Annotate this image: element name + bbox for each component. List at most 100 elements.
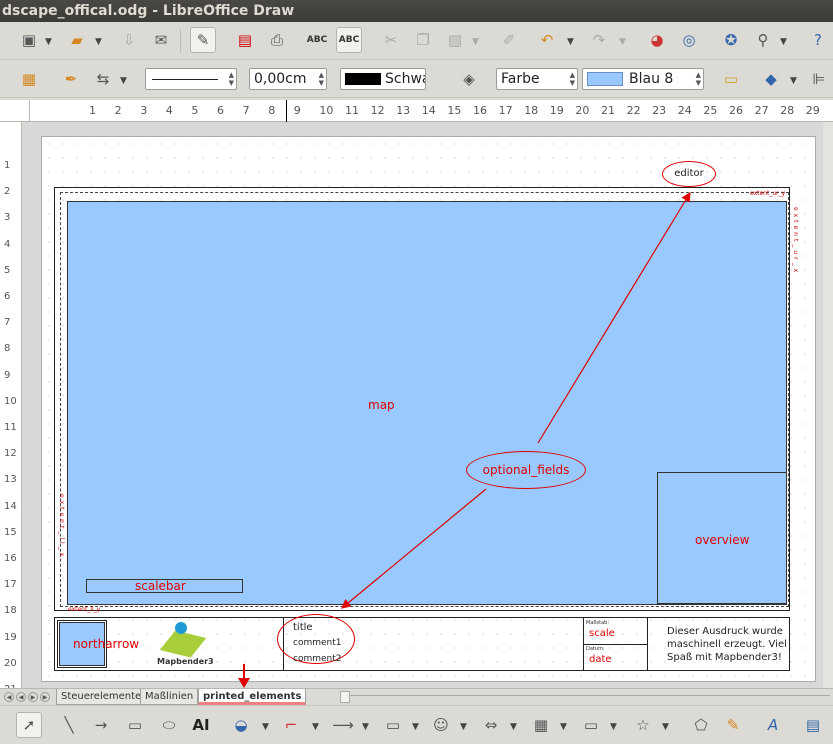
area-icon[interactable]: ◈	[456, 66, 482, 92]
tab-steuerelemente[interactable]: Steuerelemente	[56, 689, 147, 705]
stars-dropdown-icon[interactable]: ▼	[662, 722, 669, 732]
footer-divider	[583, 644, 647, 645]
hyperlink-icon[interactable]: ◎	[676, 27, 702, 53]
spellcheck-icon[interactable]: ABC	[304, 27, 330, 53]
line-width-value: 0,00cm	[254, 71, 307, 87]
connector-tool-icon[interactable]: ⌐	[278, 712, 304, 738]
shadow-icon[interactable]: ▭	[718, 66, 744, 92]
open-folder-icon[interactable]: ▰	[64, 27, 90, 53]
tab-masslinien[interactable]: Maßlinien	[140, 689, 199, 705]
symbol-shapes-icon[interactable]: ☺	[428, 712, 454, 738]
export-pdf-icon[interactable]: ▤	[232, 27, 258, 53]
vertical-ruler[interactable]: 123456789101112131415161718192021	[0, 122, 22, 695]
callouts-dropdown-icon[interactable]: ▼	[610, 722, 617, 732]
line-style-select[interactable]: ▲ ▼	[145, 68, 237, 90]
undo-dropdown-icon[interactable]: ▼	[567, 37, 574, 47]
paste-dropdown-icon[interactable]: ▼	[472, 37, 479, 47]
text-tool-icon[interactable]: AI	[188, 712, 214, 738]
open-dropdown-icon[interactable]: ▼	[95, 37, 102, 47]
arrow-style-dropdown-icon[interactable]: ▼	[120, 76, 127, 86]
annotation-arrows	[341, 191, 691, 609]
symbol-shapes-dropdown-icon[interactable]: ▼	[460, 722, 467, 732]
flowchart-icon[interactable]: ▦	[528, 712, 554, 738]
stars-icon[interactable]: ☆	[630, 712, 656, 738]
horizontal-scrollbar[interactable]	[340, 691, 350, 703]
insert-image-icon[interactable]: ▤	[800, 712, 826, 738]
paste-icon[interactable]: ▧	[442, 27, 468, 53]
select-icon[interactable]: ➚	[16, 712, 42, 738]
ellipse-tool-icon[interactable]: ⬭	[156, 712, 182, 738]
arrow-style-icon[interactable]: ⇆	[90, 66, 116, 92]
ruler-tick-label: 19	[549, 104, 564, 117]
line-icon[interactable]: ✒	[58, 66, 84, 92]
copy-icon[interactable]: ❐	[410, 27, 436, 53]
print-icon[interactable]: ⎙	[264, 27, 290, 53]
zoom-dropdown-icon[interactable]: ▼	[780, 37, 787, 47]
connector-dropdown-icon[interactable]: ▼	[312, 722, 319, 732]
lines-arrows-icon[interactable]: ⟶	[330, 712, 356, 738]
edit-file-icon[interactable]: ✎	[190, 27, 216, 53]
curve-tool-icon[interactable]: ◒	[228, 712, 254, 738]
fontwork-icon[interactable]: A	[760, 712, 786, 738]
ruler-tick-label: 7	[242, 104, 250, 117]
horizontal-scroll-track	[350, 695, 830, 696]
email-icon[interactable]: ✉	[148, 27, 174, 53]
styles-icon[interactable]: ▦	[16, 66, 42, 92]
glue-points-icon[interactable]: ✎	[720, 712, 746, 738]
curve-dropdown-icon[interactable]: ▼	[262, 722, 269, 732]
sheet-tabs-bar: ◀ ◀ ▶ ▶ Steuerelemente Maßlinien printed…	[0, 688, 833, 705]
navigator-icon[interactable]: ✪	[718, 27, 744, 53]
fill-color-select[interactable]: Blau 8 ▲ ▼	[582, 68, 704, 90]
arrow-line-tool-icon[interactable]: →	[88, 712, 114, 738]
ruler-corner[interactable]	[0, 100, 30, 122]
fill-color-swatch	[587, 72, 623, 86]
logo-diamond	[159, 630, 207, 658]
logo-text: Mapbender3	[157, 657, 214, 666]
ruler-tick-label: 6	[4, 291, 11, 302]
ruler-tick-label: 18	[4, 605, 17, 617]
rectangle-tool-icon[interactable]: ▭	[122, 712, 148, 738]
prev-sheet-icon[interactable]: ◀	[16, 692, 26, 702]
line-tool-icon[interactable]: ╲	[56, 712, 82, 738]
basic-shapes-icon[interactable]: ▭	[380, 712, 406, 738]
last-sheet-icon[interactable]: ▶	[40, 692, 50, 702]
clone-formatting-icon[interactable]: ✐	[496, 27, 522, 53]
save-icon[interactable]: ⇩	[116, 27, 142, 53]
block-arrows-icon[interactable]: ⇔	[478, 712, 504, 738]
drawing-page[interactable]: map scalebar overview extent_ur_y extent…	[41, 136, 816, 682]
line-color-select[interactable]: Schwa	[340, 68, 426, 90]
ruler-cursor-marker	[286, 100, 287, 122]
help-icon[interactable]: ?	[805, 27, 831, 53]
redo-icon[interactable]: ↷	[586, 27, 612, 53]
new-document-icon[interactable]: ▣	[16, 27, 42, 53]
footer-divider	[647, 618, 648, 670]
vertical-scrollbar[interactable]	[823, 122, 833, 688]
chart-icon[interactable]: ◕	[644, 27, 670, 53]
callouts-icon[interactable]: ▭	[578, 712, 604, 738]
block-arrows-dropdown-icon[interactable]: ▼	[510, 722, 517, 732]
tab-indicator-arrow-icon	[238, 664, 250, 688]
transformations-icon[interactable]: ◆	[758, 66, 784, 92]
first-sheet-icon[interactable]: ◀	[4, 692, 14, 702]
fill-type-select[interactable]: Farbe ▲ ▼	[496, 68, 578, 90]
points-icon[interactable]: ⬠	[688, 712, 714, 738]
next-sheet-icon[interactable]: ▶	[28, 692, 38, 702]
ruler-tick-label: 11	[345, 104, 359, 117]
horizontal-ruler[interactable]: 1 2 3 4 5 6 7 8 9 10 11 12 13 14 15 16 17 18 19 20 21 22 23 24 2…	[30, 100, 833, 122]
transformations-dropdown-icon[interactable]: ▼	[790, 76, 797, 86]
line-width-field[interactable]: 0,00cm ▲ ▼	[249, 68, 327, 90]
cut-icon[interactable]: ✂	[378, 27, 404, 53]
basic-shapes-dropdown-icon[interactable]: ▼	[412, 722, 419, 732]
zoom-icon[interactable]: ⚲	[750, 27, 776, 53]
new-dropdown-icon[interactable]: ▼	[45, 37, 52, 47]
auto-spellcheck-icon[interactable]: ABC	[336, 27, 362, 53]
spin-icon: ▲ ▼	[569, 71, 575, 87]
ruler-tick-label: 8	[4, 343, 11, 355]
drawing-workspace[interactable]: map scalebar overview extent_ur_y extent…	[23, 122, 833, 688]
align-icon[interactable]: ⊫	[806, 66, 832, 92]
undo-icon[interactable]: ↶	[534, 27, 560, 53]
flowchart-dropdown-icon[interactable]: ▼	[560, 722, 567, 732]
redo-dropdown-icon[interactable]: ▼	[619, 37, 626, 47]
tab-printed-elements[interactable]: printed_elements	[198, 689, 307, 705]
lines-arrows-dropdown-icon[interactable]: ▼	[362, 722, 369, 732]
